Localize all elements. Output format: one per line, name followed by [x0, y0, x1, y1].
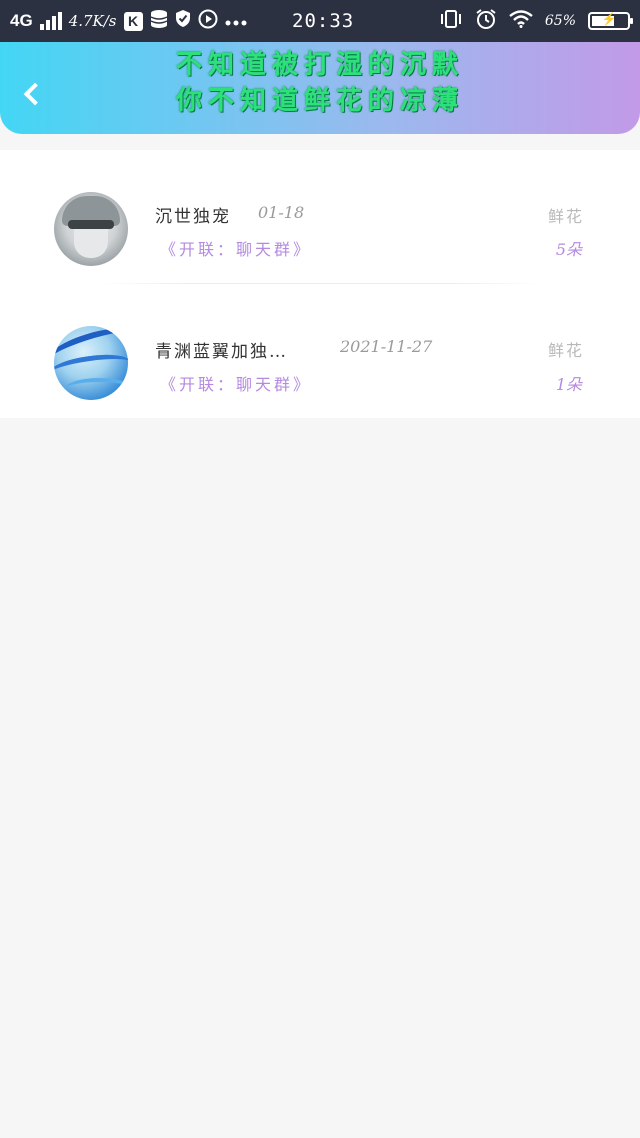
avatar[interactable] [54, 326, 128, 400]
user-name: 青渊蓝翼加独… [155, 342, 288, 362]
flower-label: 鲜花 [547, 207, 584, 226]
header-title-line-2: 你不知道鲜花的凉薄 [175, 86, 464, 116]
flower-label: 鲜花 [547, 341, 584, 360]
header-title-line-1: 不知道被打湿的沉默 [175, 50, 464, 80]
database-icon [150, 9, 168, 34]
charging-bolt-icon: ⚡ [601, 12, 617, 26]
more-icon [225, 11, 247, 31]
wifi-icon [509, 9, 533, 33]
avatar[interactable] [54, 192, 128, 266]
group-name: 《开联：聊天群》 [160, 375, 313, 394]
battery-icon: ⚡ [588, 12, 633, 30]
clock: 20:33 [292, 10, 355, 32]
flower-count: 5朵 [555, 240, 582, 259]
network-speed: 4.7K/s [68, 12, 117, 30]
flower-count: 1朵 [555, 375, 582, 394]
record-date: 01-18 [258, 203, 305, 222]
user-name: 沉世独宠 [155, 207, 231, 227]
record-date: 2021-11-27 [340, 337, 433, 356]
status-bar: 4G 4.7K/s K 20:33 65% ⚡ [0, 0, 640, 42]
network-type: 4G [10, 11, 33, 30]
k-app-icon: K [123, 11, 143, 31]
group-name: 《开联：聊天群》 [160, 240, 313, 259]
vibrate-icon [439, 9, 463, 34]
list-item[interactable]: 沉世独宠 01-18 《开联：聊天群》 鲜花 5朵 [0, 150, 640, 284]
signal-icon [39, 12, 62, 30]
shield-icon [175, 9, 191, 33]
list-item[interactable]: 青渊蓝翼加独… 2021-11-27 《开联：聊天群》 鲜花 1朵 [0, 284, 640, 418]
page-header: 不知道被打湿的沉默 你不知道鲜花的凉薄 [0, 42, 640, 134]
play-icon [198, 9, 218, 34]
battery-percent: 65% [544, 13, 576, 29]
flower-record-list: 沉世独宠 01-18 《开联：聊天群》 鲜花 5朵 青渊蓝翼加独… 2021-1… [0, 150, 640, 418]
alarm-icon [475, 8, 497, 35]
